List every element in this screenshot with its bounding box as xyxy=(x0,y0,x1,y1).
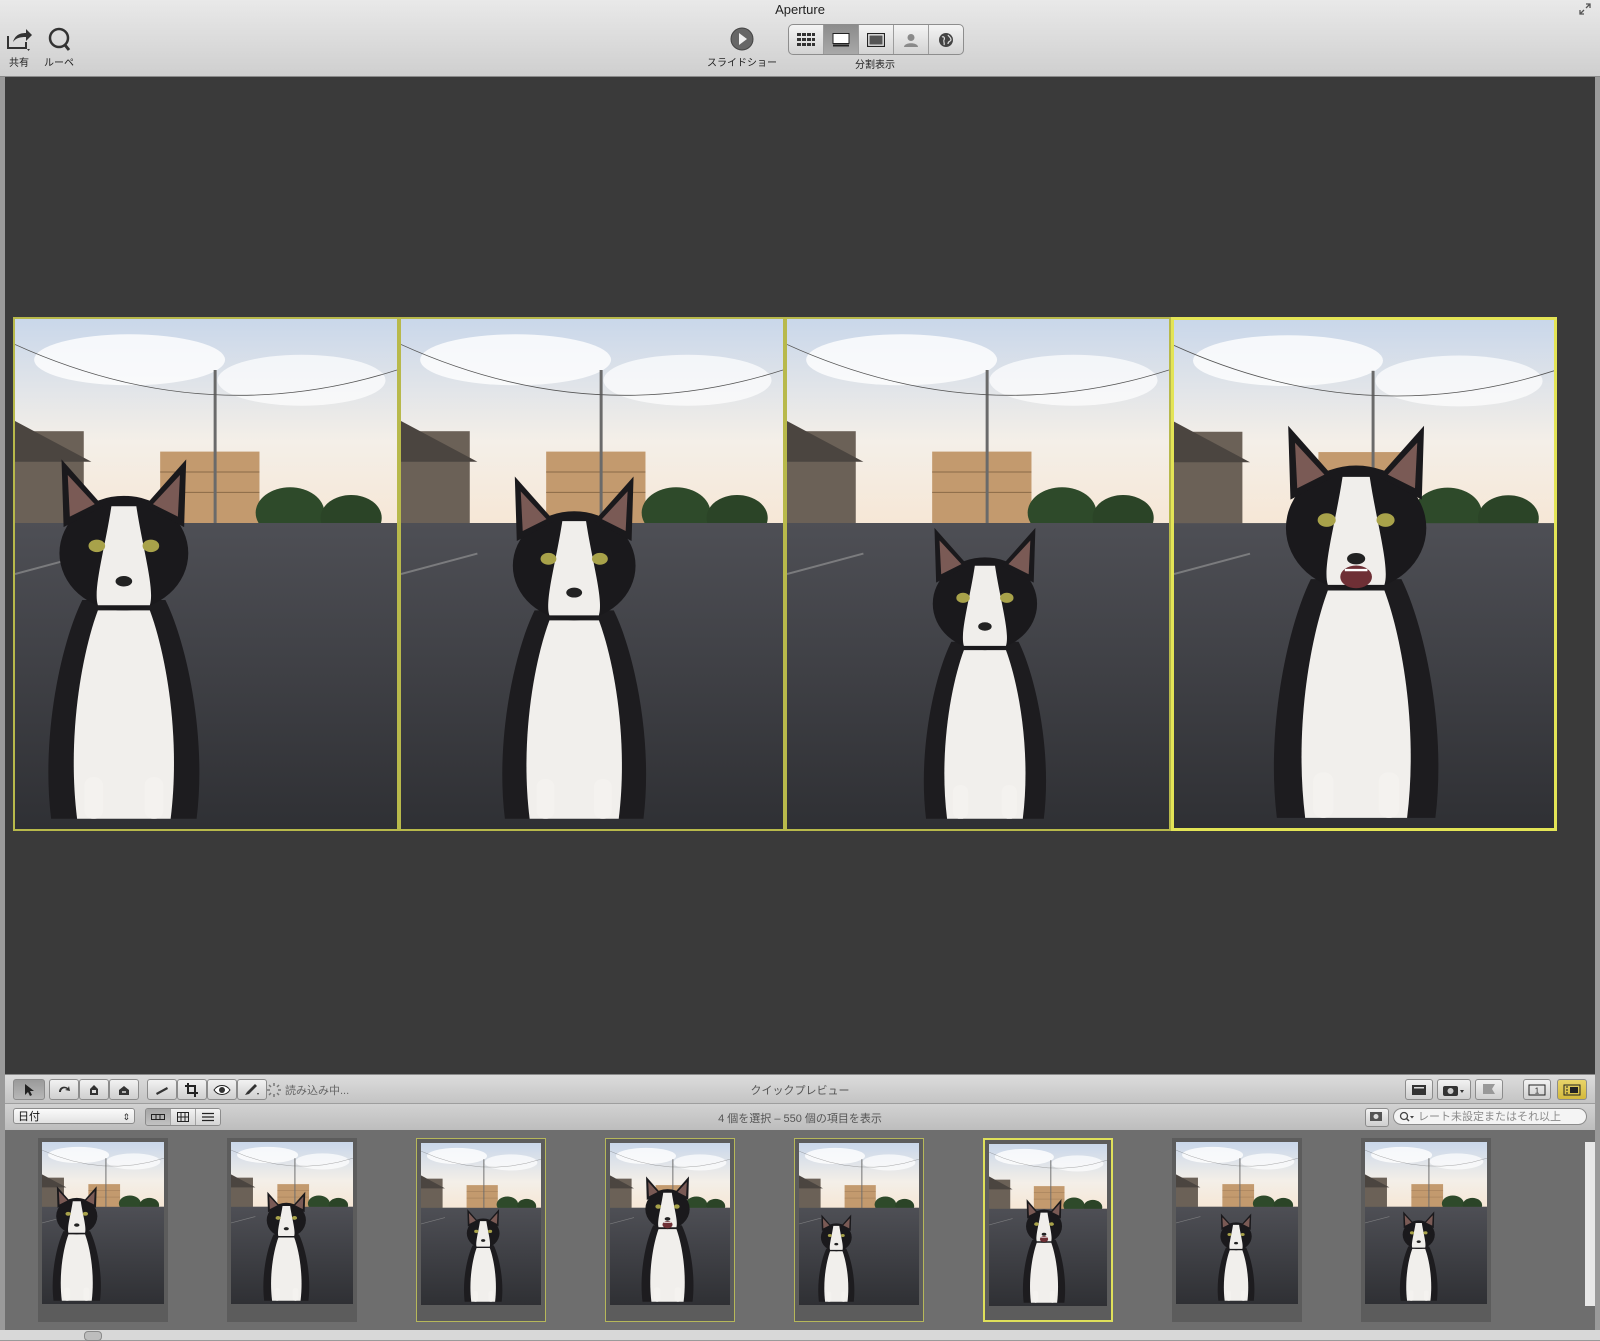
primary-only-icon: 1 xyxy=(1528,1084,1546,1095)
faces-button[interactable] xyxy=(894,25,929,54)
slideshow-button[interactable]: スライドショー xyxy=(700,26,784,69)
flag-button[interactable] xyxy=(1475,1079,1503,1100)
share-button[interactable]: 共有 xyxy=(4,26,34,69)
flag-icon xyxy=(1483,1083,1495,1094)
browser-view-button[interactable] xyxy=(789,25,824,54)
places-button[interactable] xyxy=(929,25,963,54)
photo-viewer xyxy=(5,77,1595,1074)
search-placeholder-text: レート未設定またはそれ以上 xyxy=(1418,1111,1561,1123)
filmstrip-icon xyxy=(1563,1084,1581,1095)
metadata-overlay-button[interactable] xyxy=(1437,1079,1471,1100)
slideshow-label: スライドショー xyxy=(707,58,777,69)
inspector-toggle-button[interactable] xyxy=(1405,1079,1433,1100)
control-bar: 読み込み中... クイックプレビュー 1 xyxy=(5,1074,1595,1103)
partial-thumb[interactable] xyxy=(1585,1142,1595,1306)
toolbar: Aperture 共有 ルーペ スライドショー 分割表示 xyxy=(0,0,1600,77)
filmstrip-thumb[interactable] xyxy=(1172,1138,1302,1322)
primary-only-button[interactable]: 1 xyxy=(1523,1079,1551,1100)
rating-search-field[interactable]: レート未設定またはそれ以上 xyxy=(1393,1108,1587,1125)
faces-icon xyxy=(904,33,918,47)
inspector-icon xyxy=(1412,1084,1426,1095)
svg-text:1: 1 xyxy=(1535,1086,1540,1095)
filmstrip-thumb[interactable] xyxy=(416,1138,546,1322)
filter-icon xyxy=(1370,1112,1382,1121)
split-view-button[interactable] xyxy=(824,25,859,54)
loupe-label: ルーペ xyxy=(44,58,74,69)
browser-bar: 日付 ⇕ 4 個を選択 – 550 個の項目を表示 レート未設定またはそれ以上 xyxy=(5,1103,1595,1131)
photo-cat-3[interactable] xyxy=(785,317,1171,831)
play-icon xyxy=(730,27,754,51)
loupe-icon xyxy=(48,27,71,51)
share-label: 共有 xyxy=(9,58,29,69)
filter-hud-button[interactable] xyxy=(1365,1108,1389,1127)
split-view-label: 分割表示 xyxy=(855,60,895,71)
filmstrip-thumb[interactable] xyxy=(38,1138,168,1322)
loupe-button[interactable]: ルーペ xyxy=(42,26,76,69)
selection-status: 4 個を選択 – 550 個の項目を表示 xyxy=(718,1113,882,1125)
browser-icon xyxy=(797,32,815,46)
filmstrip-thumb[interactable] xyxy=(983,1138,1113,1322)
quick-preview-label: クイックプレビュー xyxy=(750,1085,850,1097)
split-view-icon xyxy=(832,32,850,46)
places-icon xyxy=(939,32,953,47)
viewer-icon xyxy=(867,32,885,47)
window-title: Aperture xyxy=(775,2,825,17)
photo-cat-1[interactable] xyxy=(13,317,399,831)
share-icon xyxy=(7,29,32,51)
filmstrip-scroller[interactable] xyxy=(0,1330,1600,1340)
photo-cat-4[interactable] xyxy=(1171,317,1557,831)
camera-info-icon xyxy=(1443,1085,1464,1096)
photo-cat-2[interactable] xyxy=(399,317,785,831)
filmstrip-thumb[interactable] xyxy=(605,1138,735,1322)
filmstrip-thumb[interactable] xyxy=(1361,1138,1491,1322)
search-icon xyxy=(1399,1111,1414,1122)
fullscreen-icon[interactable] xyxy=(1578,2,1592,16)
viewer-button[interactable] xyxy=(859,25,894,54)
filmstrip-thumb[interactable] xyxy=(794,1138,924,1322)
filmstrip xyxy=(5,1130,1595,1330)
filmstrip-thumb[interactable] xyxy=(227,1138,357,1322)
view-mode-segmented-control xyxy=(788,24,964,55)
filmstrip-toggle-button[interactable] xyxy=(1557,1079,1587,1100)
